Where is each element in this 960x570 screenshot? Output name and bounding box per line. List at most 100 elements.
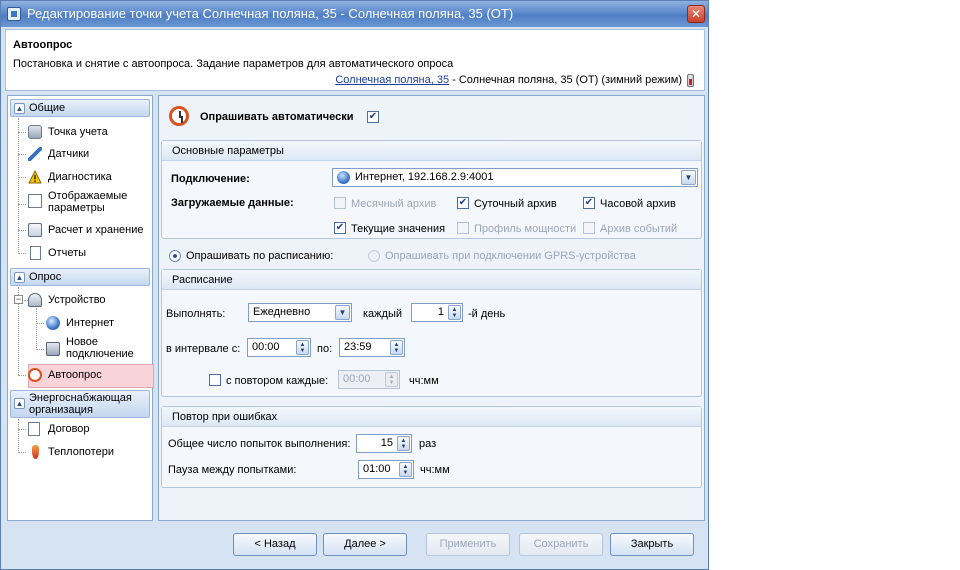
spin-down-icon[interactable]: ▼	[300, 348, 306, 354]
gprs-mode-label: Опрашивать при подключении GPRS-устройст…	[385, 250, 636, 262]
spin-down-icon[interactable]: ▼	[401, 444, 407, 450]
nav-group-general[interactable]: ▲ Общие	[10, 99, 150, 117]
spin-buttons[interactable]: ▲ ▼	[385, 372, 398, 387]
monthly-archive-checkbox[interactable]	[334, 197, 346, 209]
collapse-device-toggle[interactable]: −	[14, 295, 23, 304]
every-day-value: 1	[437, 306, 444, 318]
tree-line	[36, 349, 44, 350]
repeat-interval-field[interactable]: 00:00 ▲ ▼	[338, 370, 400, 389]
navigation-panel: ▲ Общие Точка учета Датчики Диагностика …	[7, 95, 154, 521]
chevron-down-icon[interactable]: ▼	[681, 170, 696, 185]
section-title: Автоопрос	[13, 39, 73, 51]
collapse-icon[interactable]: ▲	[14, 272, 25, 283]
nav-item-label: Диагностика	[48, 171, 112, 183]
tree-line	[18, 429, 26, 430]
nav-item-label: Расчет и хранение	[48, 224, 144, 236]
spin-down-icon[interactable]: ▼	[403, 470, 409, 476]
spin-down-icon[interactable]: ▼	[389, 380, 395, 386]
daily-archive-label: Суточный архив	[474, 198, 557, 210]
spin-buttons[interactable]: ▲ ▼	[397, 436, 410, 451]
meter-path-rest: - Солнечная поляна, 35 (ОТ) (зимний режи…	[449, 74, 682, 86]
globe-icon	[337, 171, 350, 184]
tree-line	[36, 323, 44, 324]
retry-section: Повтор при ошибках Общее число попыток в…	[161, 406, 702, 488]
apply-button[interactable]: Применить	[426, 533, 510, 556]
app-icon	[7, 7, 21, 21]
hourly-archive-label: Часовой архив	[600, 198, 676, 210]
meter-link[interactable]: Солнечная поляна, 35	[335, 74, 449, 86]
tree-line	[18, 118, 19, 254]
spin-buttons[interactable]: ▲ ▼	[399, 462, 412, 477]
interval-to-field[interactable]: 23:59 ▲ ▼	[339, 338, 405, 357]
gauge-icon	[28, 293, 42, 307]
next-button[interactable]: Далее >	[323, 533, 407, 556]
event-archive-checkbox[interactable]	[583, 222, 595, 234]
nav-item-label: Устройство	[48, 294, 106, 306]
power-profile-label: Профиль мощности	[474, 223, 577, 235]
repeat-checkbox[interactable]	[209, 374, 221, 386]
connection-value: Интернет, 192.168.2.9:4001	[355, 171, 494, 183]
nav-item-label: Теплопотери	[48, 446, 114, 458]
pause-label: Пауза между попытками:	[168, 464, 297, 476]
pause-field[interactable]: 01:00 ▲ ▼	[358, 460, 414, 479]
calculator-icon	[28, 223, 42, 237]
schedule-section: Расписание Выполнять: Ежедневно ▼ каждый…	[161, 269, 702, 397]
tree-line	[18, 375, 26, 376]
spin-buttons[interactable]: ▲ ▼	[390, 340, 403, 355]
warning-icon	[28, 170, 42, 184]
tree-line	[18, 452, 26, 453]
nav-item-label: Отчеты	[48, 247, 87, 259]
attempts-label: Общее число попыток выполнения:	[168, 438, 351, 450]
tree-line	[18, 253, 26, 254]
repeat-label: с повтором каждые:	[226, 375, 329, 387]
attempts-stepper[interactable]: 15 ▲ ▼	[356, 434, 412, 453]
section-header: Повтор при ошибках	[162, 407, 701, 427]
loaded-data-label: Загружаемые данные:	[171, 197, 294, 209]
tree-line	[18, 230, 26, 231]
tree-line	[18, 419, 19, 453]
monthly-archive-label: Месячный архив	[351, 198, 437, 210]
close-window-button[interactable]: ✕	[687, 5, 705, 23]
spin-buttons[interactable]: ▲ ▼	[296, 340, 309, 355]
section-header: Расписание	[162, 270, 701, 290]
spin-down-icon[interactable]: ▼	[452, 313, 458, 319]
back-button[interactable]: < Назад	[233, 533, 317, 556]
spin-down-icon[interactable]: ▼	[394, 348, 400, 354]
tree-line	[18, 204, 26, 205]
spin-buttons[interactable]: ▲ ▼	[448, 305, 461, 320]
pause-unit-label: чч:мм	[420, 464, 450, 476]
nav-group-polling[interactable]: ▲ Опрос	[10, 268, 150, 286]
chevron-down-icon[interactable]: ▼	[335, 305, 350, 320]
collapse-icon[interactable]: ▲	[14, 398, 25, 409]
nav-group-label: Энергоснабжающая организация	[29, 392, 132, 416]
current-values-checkbox[interactable]: ✔	[334, 222, 346, 234]
every-day-stepper[interactable]: 1 ▲ ▼	[411, 303, 463, 322]
nav-group-energy-supplier[interactable]: ▲ Энергоснабжающая организация	[10, 390, 150, 418]
auto-poll-checkbox[interactable]: ✔	[367, 111, 379, 123]
hourly-archive-checkbox[interactable]: ✔	[583, 197, 595, 209]
connection-icon	[46, 342, 60, 356]
nav-group-label: Общие	[29, 102, 66, 114]
section-header: Основные параметры	[162, 141, 701, 161]
connection-label: Подключение:	[171, 173, 250, 185]
save-button[interactable]: Сохранить	[519, 533, 603, 556]
alarm-clock-icon	[169, 106, 189, 126]
daily-archive-checkbox[interactable]: ✔	[457, 197, 469, 209]
connection-select[interactable]: Интернет, 192.168.2.9:4001 ▼	[332, 168, 698, 187]
close-button[interactable]: Закрыть	[610, 533, 694, 556]
every-label: каждый	[363, 308, 402, 320]
repeat-unit-label: чч:мм	[409, 375, 439, 387]
interval-from-field[interactable]: 00:00 ▲ ▼	[247, 338, 311, 357]
interval-from-value: 00:00	[252, 341, 280, 353]
event-archive-label: Архив событий	[600, 223, 678, 235]
checklist-icon	[28, 194, 42, 208]
tree-line	[18, 132, 26, 133]
title-bar[interactable]: Редактирование точки учета Солнечная пол…	[1, 1, 708, 27]
nav-item-label: Датчики	[48, 148, 90, 160]
collapse-icon[interactable]: ▲	[14, 103, 25, 114]
power-profile-checkbox[interactable]	[457, 222, 469, 234]
schedule-mode-radio[interactable]	[169, 250, 181, 262]
run-frequency-select[interactable]: Ежедневно ▼	[248, 303, 352, 322]
gprs-mode-radio[interactable]	[368, 250, 380, 262]
edit-meter-dialog: Редактирование точки учета Солнечная пол…	[0, 0, 709, 570]
